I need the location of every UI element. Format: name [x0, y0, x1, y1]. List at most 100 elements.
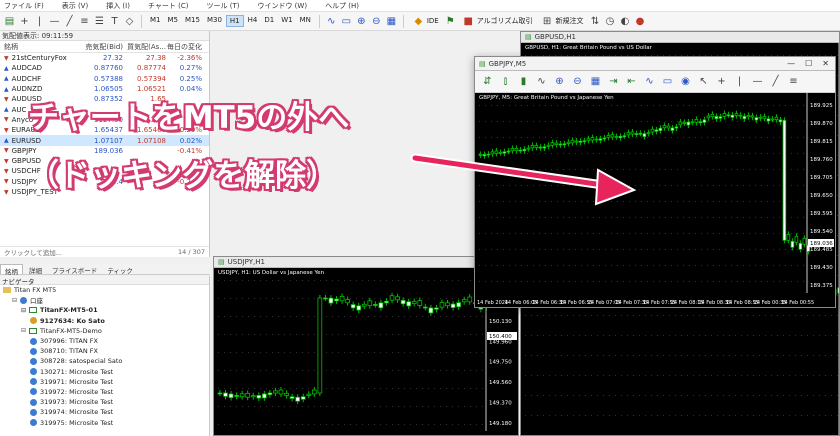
navigator-item[interactable]: 307996: TITAN FX: [0, 336, 209, 346]
shift-icon[interactable]: ⇤: [625, 75, 638, 88]
column-bid[interactable]: 売気配(Bid): [80, 42, 123, 52]
bar-chart-icon[interactable]: ⫾: [499, 75, 512, 88]
grid-dot: [557, 265, 558, 266]
tree-expander-icon[interactable]: ⊟: [12, 297, 17, 304]
navigator-item[interactable]: 130271: Microsite Test: [0, 367, 209, 377]
tab-1[interactable]: 詳細: [25, 264, 46, 275]
zoom-in-icon[interactable]: ⊕: [355, 15, 368, 28]
menu-item[interactable]: 挿入 (I): [106, 1, 130, 11]
tree-expander-icon[interactable]: ⊟: [21, 307, 26, 314]
grid-dot: [308, 280, 309, 281]
horizontal-line-icon[interactable]: —: [48, 15, 61, 28]
grid-dot: [230, 334, 231, 335]
menu-item[interactable]: ファイル (F): [4, 1, 44, 11]
menu-item[interactable]: チャート (C): [148, 1, 189, 11]
templates-icon[interactable]: ▭: [661, 75, 674, 88]
gbpjpy-window-title[interactable]: ▤ GBPJPY,M5 — ☐ ✕: [475, 57, 835, 71]
tile-windows-icon[interactable]: ▦: [385, 15, 398, 28]
timeframe-m30[interactable]: M30: [204, 15, 225, 27]
channel-icon[interactable]: ≡: [787, 75, 800, 88]
chart-type-icon[interactable]: ⇵: [481, 75, 494, 88]
grid-dot: [549, 415, 550, 416]
strategy-tester-icon[interactable]: ⚑: [444, 15, 457, 28]
menu-item[interactable]: ウインドウ (W): [257, 1, 307, 11]
tab-0[interactable]: 銘柄: [0, 264, 23, 276]
menu-item[interactable]: ツール (T): [206, 1, 239, 11]
screenshot-icon[interactable]: ◉: [679, 75, 692, 88]
screenshot-icon[interactable]: ◐: [619, 15, 632, 28]
shapes-icon[interactable]: ◇: [123, 15, 136, 28]
table-row[interactable]: ▲ AUDCAD 0.87760 0.87774 0.27%: [0, 63, 209, 73]
notification-icon[interactable]: ●: [634, 15, 647, 28]
column-symbol[interactable]: 銘柄: [0, 42, 80, 52]
line-chart-icon[interactable]: ∿: [535, 75, 548, 88]
navigator-item[interactable]: ⊟ 口座: [0, 295, 209, 305]
cursor-icon[interactable]: ↖: [697, 75, 710, 88]
timeframe-m5[interactable]: M5: [165, 15, 182, 27]
timeframe-h1[interactable]: H1: [225, 15, 244, 27]
new-order-button[interactable]: ⊞ 新規注文: [538, 15, 587, 28]
tab-3[interactable]: ティック: [103, 264, 137, 275]
timeframe-m15[interactable]: M15: [182, 15, 203, 27]
templates-icon[interactable]: ▭: [340, 15, 353, 28]
ide-button[interactable]: ◆ IDE: [409, 15, 442, 28]
navigator-item[interactable]: 319974: Microsite Test: [0, 407, 209, 417]
algo-trading-button[interactable]: ■ アルゴリズム取引: [459, 15, 536, 28]
navigator-item[interactable]: 9127634: Ko Sato: [0, 316, 209, 326]
grid-dot: [755, 121, 756, 122]
add-symbol-link[interactable]: クリックして追加...: [4, 247, 62, 257]
text-icon[interactable]: T: [108, 15, 121, 28]
navigator-item[interactable]: 319973: Microsite Test: [0, 397, 209, 407]
usdjpy-window-title[interactable]: ▤ USDJPY,H1: [214, 257, 518, 268]
gbpusd-window-title[interactable]: ▤ GBPUSD,H1: [521, 32, 839, 43]
horizontal-line-icon[interactable]: —: [751, 75, 764, 88]
one-click-icon[interactable]: ⇅: [589, 15, 602, 28]
vertical-line-icon[interactable]: |: [733, 75, 746, 88]
table-row[interactable]: ▲ AUDCHF 0.57388 0.57394 0.25%: [0, 74, 209, 84]
navigator-item[interactable]: 308728: satospecial Sato: [0, 356, 209, 366]
zoom-in-icon[interactable]: ⊕: [553, 75, 566, 88]
candles-icon[interactable]: ▮: [517, 75, 530, 88]
navigator-item[interactable]: 308710: TITAN FX: [0, 346, 209, 356]
crosshair-icon[interactable]: +: [715, 75, 728, 88]
timeframe-d1[interactable]: D1: [261, 15, 277, 27]
navigator-item[interactable]: ⊟ TitanFX-MT5-Demo: [0, 326, 209, 336]
column-ask[interactable]: 買気配(As...: [123, 42, 166, 52]
zoom-out-icon[interactable]: ⊖: [370, 15, 383, 28]
indicators-icon[interactable]: ∿: [325, 15, 338, 28]
indicators-icon[interactable]: ∿: [643, 75, 656, 88]
timeframe-h4[interactable]: H4: [245, 15, 261, 27]
column-change[interactable]: 毎日の変化: [166, 42, 206, 52]
tab-2[interactable]: プライスボード: [48, 264, 101, 275]
navigator-item[interactable]: 319971: Microsite Test: [0, 377, 209, 387]
channel-icon[interactable]: ≡: [78, 15, 91, 28]
fibonacci-icon[interactable]: ☰: [93, 15, 106, 28]
history-icon[interactable]: ◷: [604, 15, 617, 28]
timeframe-w1[interactable]: W1: [278, 15, 295, 27]
navigator-item[interactable]: 319975: Microsite Test: [0, 417, 209, 427]
timeframe-mn[interactable]: MN: [297, 15, 314, 27]
grid-dot: [573, 375, 574, 376]
zoom-out-icon[interactable]: ⊖: [571, 75, 584, 88]
new-chart-icon[interactable]: ▤: [3, 15, 16, 28]
usdjpy-chart-area[interactable]: USDJPY, H1: US Dollar vs Japanese Yen 15…: [214, 268, 518, 435]
tree-expander-icon[interactable]: ⊟: [21, 327, 26, 334]
table-row[interactable]: ▼ 21stCenturyFox 27.32 27.38 -2.36%: [0, 53, 209, 63]
autoscroll-icon[interactable]: ⇥: [607, 75, 620, 88]
navigator-item[interactable]: ⊟ TitanFX-MT5-01: [0, 305, 209, 315]
maximize-icon[interactable]: ☐: [805, 59, 812, 68]
menu-item[interactable]: ヘルプ (H): [325, 1, 359, 11]
grid-dot: [831, 315, 832, 316]
menu-item[interactable]: 表示 (V): [62, 1, 88, 11]
trendline-icon[interactable]: ╱: [63, 15, 76, 28]
timeframe-m1[interactable]: M1: [147, 15, 164, 27]
candle: [598, 138, 603, 141]
navigator-item[interactable]: 319972: Microsite Test: [0, 387, 209, 397]
minimize-icon[interactable]: —: [787, 59, 795, 68]
close-icon[interactable]: ✕: [822, 59, 829, 68]
navigator-item[interactable]: Titan FX MT5: [0, 285, 209, 295]
trendline-icon[interactable]: ╱: [769, 75, 782, 88]
crosshair-icon[interactable]: +: [18, 15, 31, 28]
vertical-line-icon[interactable]: |: [33, 15, 46, 28]
grid-icon[interactable]: ▦: [589, 75, 602, 88]
